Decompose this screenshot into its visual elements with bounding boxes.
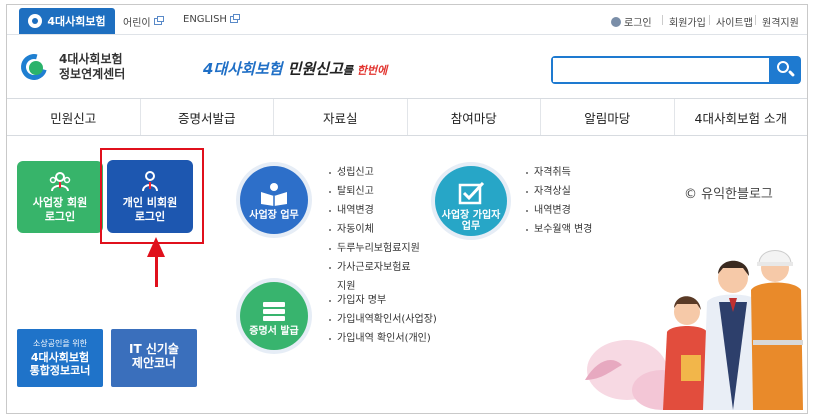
link-detail-change[interactable]: 내역변경 — [328, 201, 420, 220]
checkbox-icon — [458, 182, 485, 205]
main-navigation: 민원신고 증명서발급 자료실 참여마당 알림마당 4대사회보험 소개 — [7, 98, 807, 136]
search-input[interactable] — [553, 58, 769, 82]
business-login-label: 사업장 회원 로그인 — [17, 196, 103, 224]
business-login-button[interactable]: 사업장 회원 로그인 — [17, 161, 103, 233]
banner-a-subtitle: 소상공인을 위한 — [32, 339, 88, 348]
english-link[interactable]: ENGLISH — [183, 14, 240, 25]
business-work-links: 성립신고 탈퇴신고 내역변경 자동이체 두루누리보험료지원 가사근로자보험료 — [328, 163, 420, 277]
link-durunuri-support[interactable]: 두루누리보험료지원 — [328, 239, 420, 258]
login-link[interactable]: 로그인 — [611, 14, 652, 29]
logo-mini-icon — [28, 14, 43, 28]
banner-b-title: IT 신기술 제안코너 — [111, 342, 197, 370]
top-utility-bar: 4대사회보험 어린이 ENGLISH 로그인 회원가입 사이트맵 원격지원 — [7, 5, 807, 35]
site-tab-4insure[interactable]: 4대사회보험 — [19, 8, 115, 34]
it-proposal-banner[interactable]: IT 신기술 제안코너 — [111, 329, 197, 387]
nav-complaint-report[interactable]: 민원신고 — [7, 99, 141, 135]
certificate-label: 증명서 발급 — [249, 326, 299, 337]
link-enrollment-cert-personal[interactable]: 가입내역 확인서(개인) — [328, 329, 437, 348]
banner-b-line2: 제안코너 — [131, 356, 177, 370]
header: 4대사회보험 정보연계센터 4대사회보험 민원신고를 한번에 — [7, 36, 807, 98]
document-stack-icon — [263, 302, 285, 321]
certificate-links: 가입자 명부 가입내역확인서(사업장) 가입내역 확인서(개인) — [328, 291, 437, 348]
link-auto-transfer[interactable]: 자동이체 — [328, 220, 420, 239]
signup-link[interactable]: 회원가입 — [669, 14, 706, 29]
business-work-circle[interactable]: 사업장 업무 — [236, 162, 312, 238]
annotation-arrow-shaft — [155, 253, 158, 287]
slogan-black: 민원신고 — [282, 60, 343, 78]
nav-participation[interactable]: 참여마당 — [408, 99, 541, 135]
brand-line1: 4대사회보험 — [59, 52, 123, 66]
brand-line2: 정보연계센터 — [59, 67, 126, 81]
subscriber-work-line1: 사업장 가입자 — [441, 210, 501, 221]
link-withdrawal-report[interactable]: 탈퇴신고 — [328, 182, 420, 201]
link-subscriber-detail-change[interactable]: 내역변경 — [525, 201, 592, 220]
subscriber-work-label: 사업장 가입자 업무 — [435, 210, 507, 232]
site-tab-label: 4대사회보험 — [47, 15, 106, 28]
link-subscriber-roster[interactable]: 가입자 명부 — [328, 291, 437, 310]
english-link-label: ENGLISH — [183, 14, 227, 25]
nav-certificate[interactable]: 증명서발급 — [141, 99, 274, 135]
slogan-blue: 4대사회보험 — [203, 60, 283, 78]
business-work-label: 사업장 업무 — [249, 210, 299, 221]
link-establishment-report[interactable]: 성립신고 — [328, 163, 420, 182]
business-user-icon — [49, 172, 71, 192]
small-business-banner[interactable]: 소상공인을 위한 4대사회보험 통합정보코너 — [17, 329, 103, 387]
banner-b-line1: IT 신기술 — [129, 342, 179, 356]
watermark: © 유익한블로그 — [684, 187, 773, 202]
business-login-line1: 사업장 회원 — [32, 196, 88, 209]
slogan: 4대사회보험 민원신고를 한번에 — [203, 58, 387, 79]
slogan-red: 한번에 — [356, 64, 388, 77]
lock-icon — [611, 17, 621, 27]
slogan-small: 를 — [342, 64, 357, 77]
link-qualification-loss[interactable]: 자격상실 — [525, 182, 592, 201]
kids-link-label: 어린이 — [123, 18, 151, 29]
search-button[interactable] — [770, 56, 801, 84]
new-window-icon — [153, 16, 164, 25]
business-login-line2: 로그인 — [44, 210, 76, 223]
login-link-label: 로그인 — [624, 18, 652, 29]
brand-logo[interactable]: 4대사회보험 정보연계센터 — [16, 49, 125, 85]
banner-a-title: 4대사회보험 통합정보코너 — [17, 351, 103, 377]
brand-name: 4대사회보험 정보연계센터 — [59, 52, 125, 82]
new-window-icon — [229, 14, 240, 23]
kids-link[interactable]: 어린이 — [123, 14, 164, 29]
page-frame: 4대사회보험 어린이 ENGLISH 로그인 회원가입 사이트맵 원격지원 4대… — [6, 4, 808, 414]
link-domestic-worker-support[interactable]: 가사근로자보험료 — [328, 258, 420, 277]
subscriber-work-line2: 업무 — [461, 221, 481, 232]
certificate-circle[interactable]: 증명서 발급 — [236, 278, 312, 354]
divider — [662, 15, 663, 25]
workers-illustration — [585, 250, 803, 410]
subscriber-work-circle[interactable]: 사업장 가입자 업무 — [431, 162, 511, 240]
center-logo-icon — [16, 49, 52, 85]
search-box — [551, 56, 771, 84]
nav-about[interactable]: 4대사회보험 소개 — [675, 99, 808, 135]
banner-a-line2: 통합정보코너 — [29, 364, 91, 377]
sitemap-link[interactable]: 사이트맵 — [716, 14, 753, 29]
link-domestic-worker-support-wrap[interactable]: 지원 — [337, 277, 355, 292]
link-enrollment-cert-business[interactable]: 가입내역확인서(사업장) — [328, 310, 437, 329]
remote-support-link[interactable]: 원격지원 — [762, 14, 799, 29]
annotation-highlight-box — [100, 148, 204, 244]
banner-a-line1: 4대사회보험 — [30, 351, 90, 364]
book-reader-icon — [261, 183, 287, 206]
divider — [755, 15, 756, 25]
nav-notice[interactable]: 알림마당 — [541, 99, 675, 135]
divider — [709, 15, 710, 25]
nav-resources[interactable]: 자료실 — [274, 99, 408, 135]
link-qualification-acquire[interactable]: 자격취득 — [525, 163, 592, 182]
